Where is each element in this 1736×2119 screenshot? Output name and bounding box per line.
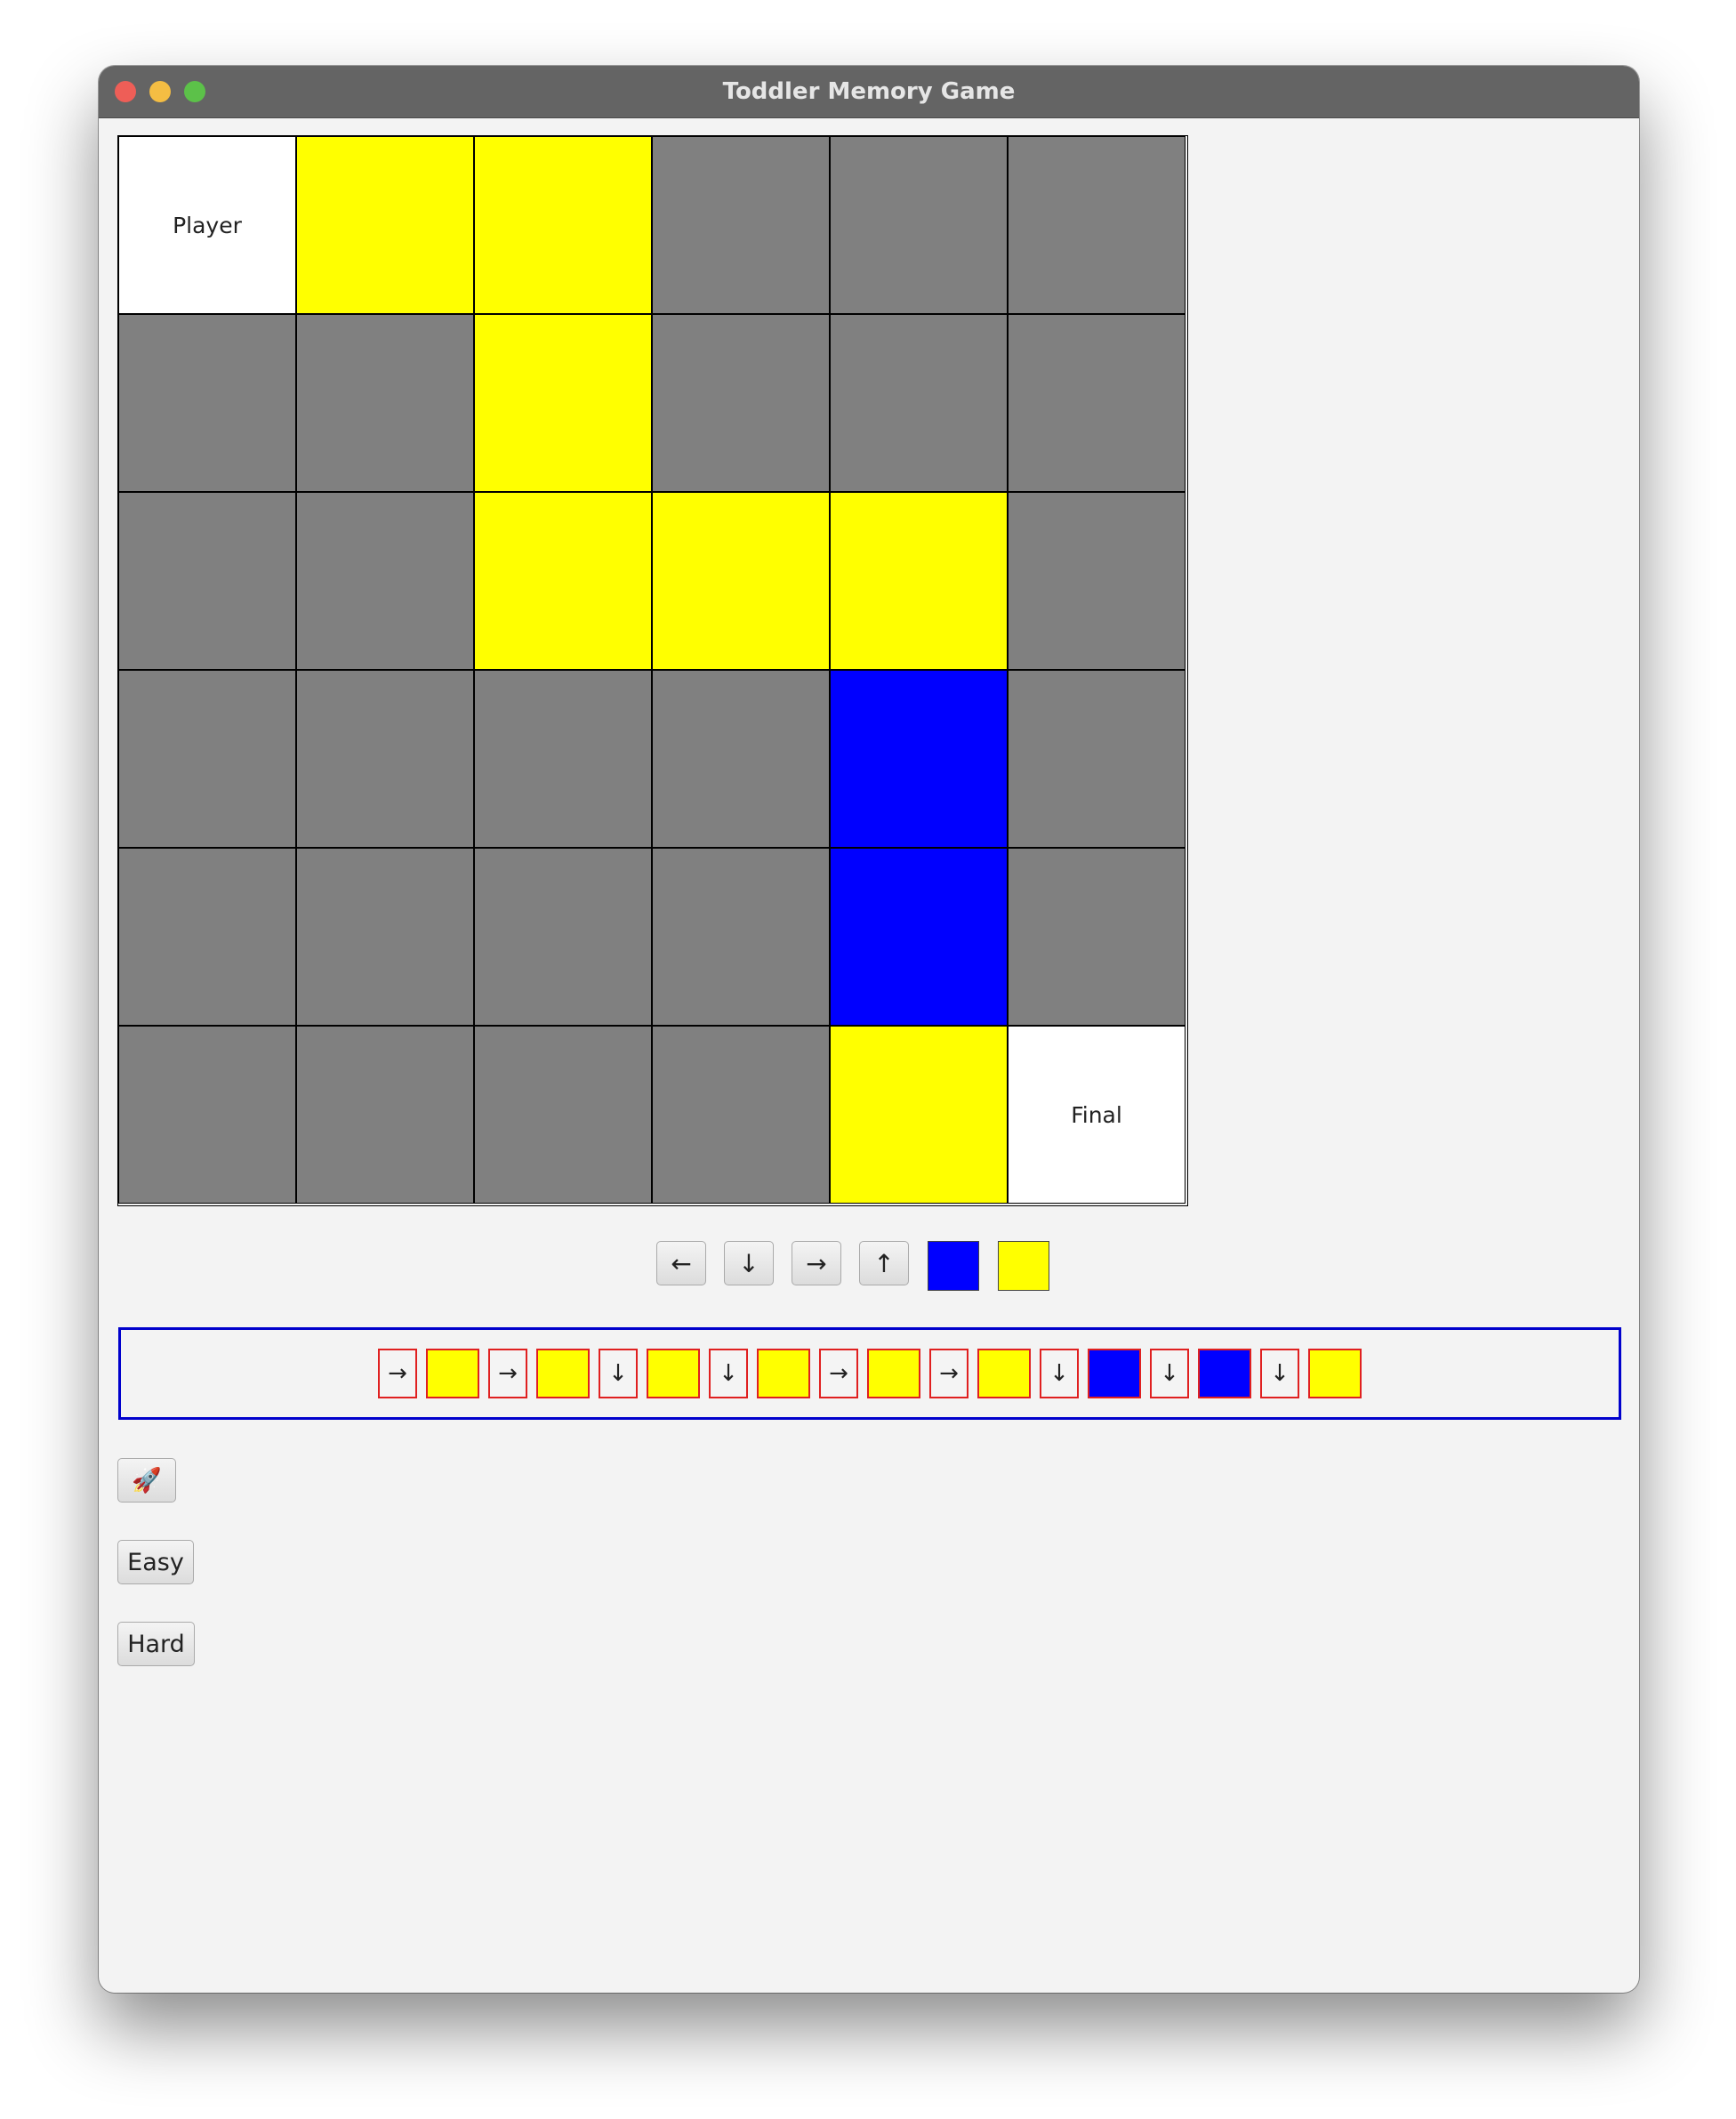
move-left-button[interactable]: ← (656, 1241, 706, 1285)
easy-button[interactable]: Easy (117, 1540, 194, 1584)
board-cell-r2-c0 (118, 492, 296, 670)
sequence-color-swatch (1198, 1349, 1251, 1398)
board-cell-r2-c5 (1008, 492, 1185, 670)
sequence-arrow: → (819, 1349, 858, 1398)
board-cell-r4-c3 (652, 848, 830, 1026)
sequence-arrow: → (378, 1349, 417, 1398)
app-window: Toddler Memory Game Player Final ← ↓ → ↑ … (99, 66, 1639, 1993)
board-cell-r3-c3 (652, 670, 830, 848)
sequence-arrow: → (929, 1349, 968, 1398)
board-cell-r4-c2 (474, 848, 652, 1026)
rocket-button[interactable]: 🚀 (117, 1458, 176, 1503)
board-cell-r1-c3 (652, 314, 830, 492)
board-cell-r5-c0 (118, 1026, 296, 1204)
move-right-button[interactable]: → (792, 1241, 841, 1285)
move-sequence-panel: → → ↓ ↓ → → ↓ ↓ ↓ (118, 1327, 1621, 1420)
sequence-arrow: ↓ (1040, 1349, 1079, 1398)
board-cell-r3-c5 (1008, 670, 1185, 848)
board-cell-r0-c0: Player (118, 136, 296, 314)
sequence-arrow: ↓ (599, 1349, 638, 1398)
board-cell-r0-c4 (830, 136, 1008, 314)
board-cell-label: Final (1071, 1101, 1122, 1128)
board-cell-label: Player (173, 212, 242, 238)
board-cell-r2-c1 (296, 492, 474, 670)
hard-button[interactable]: Hard (117, 1622, 195, 1666)
board-cell-r4-c5 (1008, 848, 1185, 1026)
sequence-color-swatch (536, 1349, 590, 1398)
board-cell-r2-c3 (652, 492, 830, 670)
board-cell-r3-c1 (296, 670, 474, 848)
sequence-color-swatch (867, 1349, 920, 1398)
board-cell-r1-c4 (830, 314, 1008, 492)
board-cell-r1-c0 (118, 314, 296, 492)
sequence-arrow: ↓ (709, 1349, 748, 1398)
sequence-color-swatch (647, 1349, 700, 1398)
sequence-color-swatch (1088, 1349, 1141, 1398)
board-cell-r0-c1 (296, 136, 474, 314)
board-cell-r2-c2 (474, 492, 652, 670)
board-cell-r3-c4 (830, 670, 1008, 848)
title-bar: Toddler Memory Game (99, 66, 1639, 118)
board-cell-r3-c0 (118, 670, 296, 848)
sequence-arrow: ↓ (1260, 1349, 1299, 1398)
board-cell-r0-c3 (652, 136, 830, 314)
board-cell-r4-c1 (296, 848, 474, 1026)
sequence-arrow: → (488, 1349, 527, 1398)
board-cell-r5-c2 (474, 1026, 652, 1204)
game-board: Player Final (117, 135, 1188, 1206)
board-cell-r4-c4 (830, 848, 1008, 1026)
board-cell-r5-c3 (652, 1026, 830, 1204)
move-up-button[interactable]: ↑ (859, 1241, 909, 1285)
sequence-color-swatch (1308, 1349, 1362, 1398)
board-cell-r4-c0 (118, 848, 296, 1026)
board-cell-r0-c5 (1008, 136, 1185, 314)
move-down-button[interactable]: ↓ (724, 1241, 774, 1285)
board-cell-r1-c5 (1008, 314, 1185, 492)
board-cell-r5-c4 (830, 1026, 1008, 1204)
sequence-color-swatch (757, 1349, 810, 1398)
control-bar: ← ↓ → ↑ (99, 1241, 1639, 1293)
board-cell-r2-c4 (830, 492, 1008, 670)
board-cell-r0-c2 (474, 136, 652, 314)
sequence-arrow: ↓ (1150, 1349, 1189, 1398)
board-cell-r5-c1 (296, 1026, 474, 1204)
board-cell-r3-c2 (474, 670, 652, 848)
board-cell-r1-c2 (474, 314, 652, 492)
window-title: Toddler Memory Game (722, 78, 1016, 105)
board-cell-r5-c5: Final (1008, 1026, 1185, 1204)
blue-color-button[interactable] (928, 1241, 979, 1291)
yellow-color-button[interactable] (998, 1241, 1049, 1291)
sequence-color-swatch (977, 1349, 1031, 1398)
sequence-color-swatch (426, 1349, 479, 1398)
board-cell-r1-c1 (296, 314, 474, 492)
